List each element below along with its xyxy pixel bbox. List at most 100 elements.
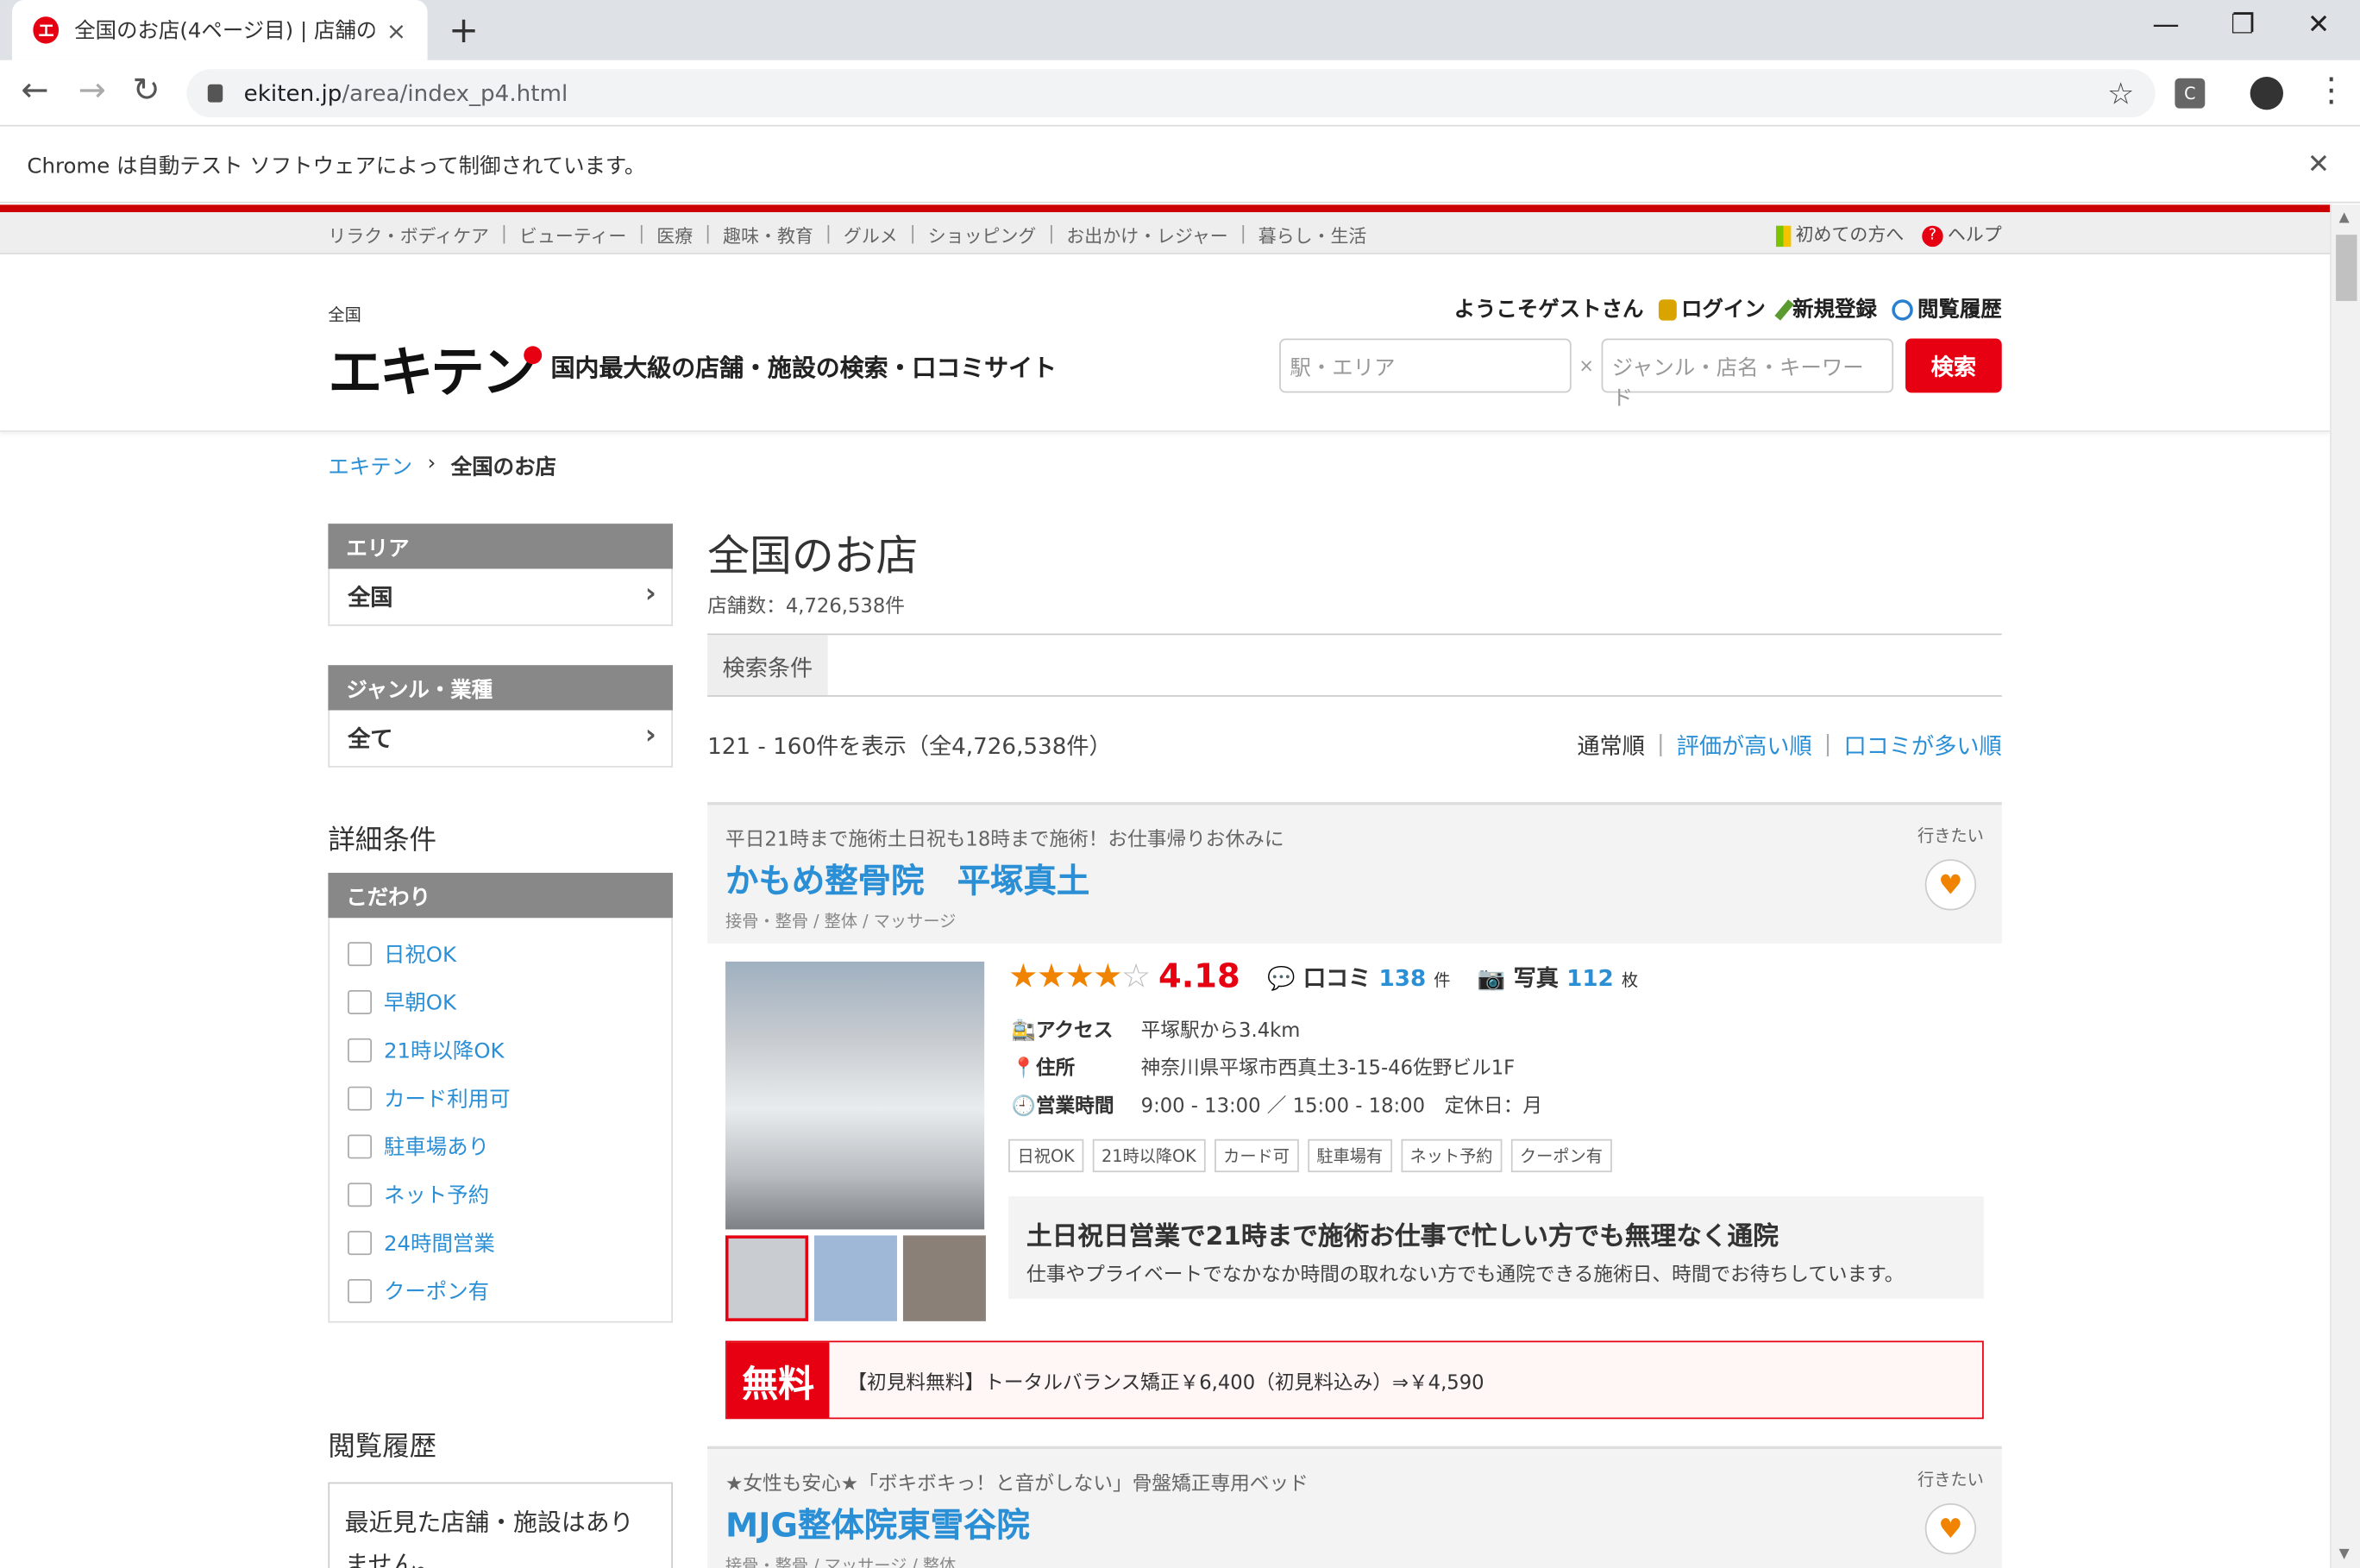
- infobar-close-icon[interactable]: ✕: [2307, 149, 2330, 181]
- scroll-up-icon[interactable]: ▲: [2339, 210, 2350, 225]
- checkbox[interactable]: [348, 990, 372, 1014]
- kodawari-option[interactable]: 駐車場あり: [348, 1123, 653, 1171]
- search-conditions: 検索条件: [707, 633, 2002, 697]
- first-time-link[interactable]: 初めての方へ: [1775, 221, 1904, 247]
- login-link[interactable]: ログイン: [1658, 293, 1766, 323]
- coupon-text: 【初見料無料】トータルバランス矯正￥6,400（初見料込み）⇒￥4,590: [847, 1371, 1484, 1395]
- sort-default[interactable]: 通常順: [1577, 730, 1645, 762]
- photo-count[interactable]: 📷 写真 112 枚: [1478, 962, 1638, 994]
- kodawari-label: 早朝OK: [383, 991, 457, 1016]
- photo-thumbnail[interactable]: [813, 1235, 897, 1321]
- pr-description: 仕事やプライベートでなかなか時間の取れない方でも通院できる施術日、時間でお待ちし…: [1026, 1264, 1905, 1287]
- breadcrumb-home[interactable]: エキテン: [328, 451, 412, 481]
- reload-icon[interactable]: ↻: [133, 72, 160, 110]
- checkbox[interactable]: [348, 1231, 372, 1256]
- category-link[interactable]: リラク・ボディケア: [328, 223, 489, 248]
- pin-icon: 📍: [1011, 1057, 1036, 1081]
- coupon-banner[interactable]: 無料 【初見料無料】トータルバランス矯正￥6,400（初見料込み）⇒￥4,590: [725, 1340, 1984, 1420]
- kodawari-label: 21時以降OK: [383, 1039, 505, 1064]
- category-link[interactable]: 暮らし・生活: [1258, 223, 1367, 248]
- kodawari-heading: こだわり: [328, 872, 673, 919]
- help-link[interactable]: ? ヘルプ: [1922, 221, 2002, 247]
- area-selector[interactable]: 全国 ›: [328, 568, 673, 626]
- review-count[interactable]: 💬 口コミ 138 件: [1267, 962, 1450, 994]
- shop-hours: 9:00 - 13:00 ／ 15:00 - 18:00 定休日：月: [1140, 1095, 1543, 1119]
- shop-name-link[interactable]: MJG整体院東雪谷院: [725, 1499, 1984, 1547]
- sort-reviews[interactable]: 口コミが多い順: [1843, 730, 2001, 762]
- search-conditions-tab[interactable]: 検索条件: [707, 635, 828, 696]
- genre-selector[interactable]: 全て ›: [328, 710, 673, 768]
- shop-genre: 接骨・整骨 / 整体 / マッサージ: [725, 912, 957, 931]
- scrollbar-thumb[interactable]: [2336, 235, 2357, 301]
- restore-icon[interactable]: ❐: [2231, 9, 2255, 41]
- checkbox[interactable]: [348, 1134, 372, 1159]
- rating-stars: ★★★★☆: [1008, 958, 1151, 996]
- history-link[interactable]: 閲覧履歴: [1892, 293, 2002, 323]
- page-scrollbar[interactable]: ▲ ▼: [2330, 204, 2360, 1568]
- category-link[interactable]: グルメ: [844, 223, 898, 248]
- profile-avatar-icon[interactable]: [2250, 76, 2284, 110]
- ekiten-logo[interactable]: エキテン: [328, 329, 550, 408]
- menu-dots-icon[interactable]: ⋮: [2315, 72, 2348, 110]
- sort-rating[interactable]: 評価が高い順: [1677, 730, 1812, 762]
- address-bar[interactable]: ekiten.jp/area/index_p4.html ☆: [186, 69, 2156, 118]
- category-link[interactable]: 医療: [656, 223, 693, 248]
- keyword-search-input[interactable]: ジャンル・店名・キーワード: [1601, 338, 1894, 411]
- shop-main-photo[interactable]: [725, 961, 985, 1230]
- bookmark-star-icon[interactable]: ☆: [2107, 75, 2134, 111]
- kodawari-option[interactable]: 24時間営業: [348, 1219, 653, 1267]
- category-link[interactable]: ビューティー: [519, 223, 626, 248]
- kodawari-option[interactable]: カード利用可: [348, 1075, 653, 1123]
- photo-thumbnail[interactable]: [902, 1235, 986, 1321]
- kodawari-option[interactable]: クーポン有: [348, 1267, 653, 1315]
- want-label: 行きたい: [1918, 1470, 1984, 1490]
- search-button[interactable]: 検索: [1905, 338, 2002, 393]
- checkbox[interactable]: [348, 1279, 372, 1303]
- category-link[interactable]: 趣味・教育: [723, 223, 813, 248]
- shop-pr[interactable]: 土日祝日営業で21時まで施術お仕事で忙しい方でも無理なく通院 仕事やプライベート…: [1008, 1196, 1984, 1299]
- area-heading: エリア: [328, 524, 673, 569]
- heart-icon[interactable]: ♥: [1924, 1502, 1977, 1555]
- kodawari-option[interactable]: ネット予約: [348, 1170, 653, 1219]
- kodawari-option[interactable]: 早朝OK: [348, 978, 653, 1026]
- camera-icon: 📷: [1477, 964, 1514, 992]
- beginner-mark-icon: [1775, 224, 1792, 247]
- history-icon: [1892, 299, 1913, 321]
- area-search-input[interactable]: 駅・エリア: [1279, 338, 1572, 393]
- category-nav: リラク・ボディケア | ビューティー | 医療 | 趣味・教育 | グルメ | ショッピング | お出か…: [0, 212, 2331, 254]
- shop-catchphrase: 平日21時まで施術土日祝も18時まで施術！お仕事帰りお休みに: [725, 829, 1284, 852]
- region-label: 全国: [328, 305, 361, 325]
- genre-heading: ジャンル・業種: [328, 665, 673, 711]
- kodawari-option[interactable]: 21時以降OK: [348, 1026, 653, 1075]
- heart-icon[interactable]: ♥: [1924, 859, 1977, 911]
- shop-info: 🚉アクセス 平塚駅から3.4km 📍住所 神奈川県平塚市西真土3-15-46佐野ビル…: [1011, 1019, 1543, 1119]
- sort-options: 通常順 | 評価が高い順 | 口コミが多い順: [1577, 730, 2002, 762]
- infobar-text: Chrome は自動テスト ソフトウェアによって制御されています。: [27, 154, 646, 179]
- forward-icon[interactable]: →: [78, 72, 106, 110]
- kodawari-options: 日祝OK 早朝OK 21時以降OK カード利用可 駐車場ありネット予約 24時間営業 クーポ…: [328, 918, 673, 1323]
- scroll-down-icon[interactable]: ▼: [2339, 1547, 2350, 1562]
- back-icon[interactable]: ←: [21, 72, 48, 110]
- nav-separator: |: [909, 223, 916, 244]
- checkbox[interactable]: [348, 1086, 372, 1111]
- checkbox[interactable]: [348, 1038, 372, 1063]
- kodawari-option[interactable]: 日祝OK: [348, 930, 653, 978]
- category-link[interactable]: お出かけ・レジャー: [1066, 223, 1227, 248]
- checkbox[interactable]: [348, 942, 372, 967]
- photo-thumbnail[interactable]: [725, 1235, 809, 1321]
- register-link[interactable]: 新規登録: [1774, 293, 1877, 323]
- window-close-icon[interactable]: ✕: [2307, 9, 2330, 41]
- active-tab[interactable]: エ 全国のお店(4ページ目) | 店舗の口コミ ×: [11, 0, 428, 60]
- feature-tag: クーポン有: [1510, 1138, 1612, 1173]
- new-tab-button[interactable]: +: [449, 9, 479, 51]
- brand-top-line: [0, 204, 2331, 213]
- shop-name-link[interactable]: かもめ整骨院 平塚真土: [725, 855, 1984, 903]
- kodawari-label: ネット予約: [383, 1184, 490, 1209]
- tab-close-icon[interactable]: ×: [386, 16, 406, 44]
- category-link[interactable]: ショッピング: [928, 223, 1037, 248]
- extension-icon[interactable]: C: [2175, 78, 2206, 109]
- checkbox[interactable]: [348, 1182, 372, 1207]
- lock-icon: [1658, 299, 1677, 321]
- minimize-icon[interactable]: —: [2152, 9, 2179, 41]
- chevron-right-icon: ›: [644, 718, 656, 751]
